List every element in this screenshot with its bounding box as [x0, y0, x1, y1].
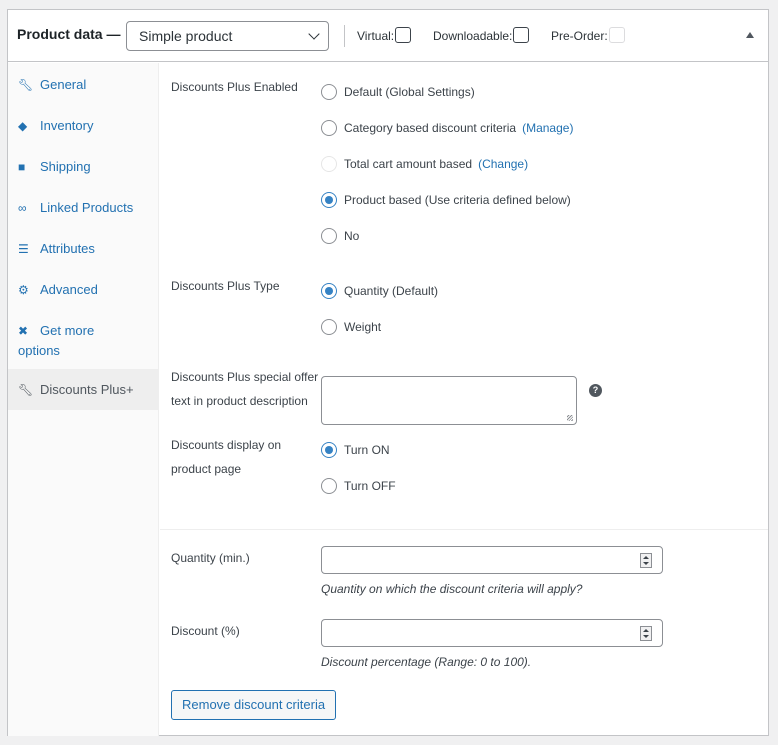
collapse-arrow-icon[interactable] [746, 32, 754, 38]
tab-general[interactable]: 🔧︎ General [8, 75, 158, 95]
radio-circle-selected [321, 441, 337, 458]
radio-label: Quantity (Default) [344, 284, 439, 298]
wrench-icon: 🔧︎ [18, 383, 34, 397]
tab-shipping[interactable]: ■ Shipping [8, 157, 158, 177]
radio-label: Total cart amount based [344, 157, 473, 171]
list-icon: ☰ [18, 242, 29, 256]
radio-circle [321, 227, 337, 244]
tag-icon: ◆ [18, 119, 28, 133]
discounts-plus-panel: Discounts Plus Enabled Default (Global S… [160, 63, 768, 735]
radio-turn-on[interactable]: Turn ON [321, 441, 390, 459]
radio-circle [321, 155, 337, 172]
wrench-icon: 🔧︎ [18, 78, 34, 92]
quantity-input[interactable] [321, 546, 663, 574]
change-link[interactable]: (Change) [478, 157, 528, 171]
virtual-checkbox[interactable] [395, 26, 412, 43]
radio-label: Product based (Use criteria defined belo… [344, 193, 571, 207]
quantity-description: Quantity on which the discount criteria … [321, 582, 583, 596]
radio-no[interactable]: No [321, 227, 360, 245]
virtual-option: Virtual: [357, 26, 412, 43]
tab-linked-products[interactable]: ∞ Linked Products [8, 198, 158, 218]
tab-advanced[interactable]: ⚙ Advanced [8, 280, 158, 300]
radio-circle [321, 318, 337, 335]
radio-label: Turn OFF [344, 479, 396, 493]
radio-circle [321, 83, 337, 100]
discounts-type-label: Discounts Plus Type [171, 279, 280, 293]
radio-quantity[interactable]: Quantity (Default) [321, 282, 439, 300]
discount-label: Discount (%) [171, 624, 240, 638]
tab-discounts-plus[interactable]: 🔧︎ Discounts Plus+ [8, 369, 158, 410]
truck-icon: ■ [18, 160, 26, 174]
resize-handle-icon[interactable] [567, 415, 573, 421]
virtual-label: Virtual: [357, 29, 395, 43]
product-data-header: Product data — Simple product Virtual: D… [8, 10, 768, 62]
radio-circle [321, 119, 337, 136]
tab-label: Advanced [40, 282, 98, 297]
radio-label: No [344, 229, 360, 243]
quantity-label: Quantity (min.) [171, 551, 250, 565]
product-data-tabs: 🔧︎ General ◆ Inventory ■ Shipping ∞ Linked P… [8, 63, 159, 736]
tab-inventory[interactable]: ◆ Inventory [8, 116, 158, 136]
product-type-value: Simple product [139, 28, 233, 44]
radio-weight[interactable]: Weight [321, 318, 382, 336]
tab-label: Get more [40, 323, 95, 338]
special-offer-label-line1: Discounts Plus special offer [171, 370, 319, 384]
tab-label: Discounts Plus+ [40, 382, 134, 397]
manage-link[interactable]: (Manage) [522, 121, 573, 135]
preorder-option: Pre-Order: [551, 26, 625, 43]
tab-label: General [40, 77, 87, 92]
discount-input[interactable] [321, 619, 663, 647]
discounts-enabled-label: Discounts Plus Enabled [171, 80, 298, 94]
help-icon[interactable]: ? [589, 384, 602, 397]
discount-description: Discount percentage (Range: 0 to 100). [321, 655, 532, 669]
radio-circle-selected [321, 282, 337, 299]
product-data-panel: Product data — Simple product Virtual: D… [7, 9, 769, 736]
radio-label: Default (Global Settings) [344, 85, 475, 99]
downloadable-checkbox[interactable] [513, 26, 530, 43]
preorder-checkbox[interactable] [608, 26, 625, 43]
tab-label: Linked Products [40, 200, 134, 215]
tab-attributes[interactable]: ☰ Attributes [8, 239, 158, 259]
downloadable-option: Downloadable: [433, 26, 530, 43]
radio-circle-selected [321, 191, 337, 208]
tab-get-more-options[interactable]: ✖ Get more options [8, 321, 158, 361]
remove-discount-criteria-button[interactable]: Remove discount criteria [171, 690, 337, 720]
radio-total-cart-amount[interactable]: Total cart amount based (Change) [321, 155, 528, 173]
section-divider [160, 529, 768, 530]
special-offer-label-line2: text in product description [171, 394, 308, 408]
special-offer-textarea[interactable] [321, 376, 577, 425]
radio-label: Weight [344, 320, 382, 334]
product-type-select[interactable]: Simple product [126, 21, 329, 51]
downloadable-label: Downloadable: [433, 29, 513, 43]
radio-product-based[interactable]: Product based (Use criteria defined belo… [321, 191, 571, 209]
tab-label: Shipping [40, 159, 91, 174]
chevron-down-icon [308, 28, 320, 40]
tab-label: Inventory [40, 118, 94, 133]
radio-label: Category based discount criteria [344, 121, 517, 135]
number-spinner-icon[interactable] [640, 553, 652, 568]
preorder-label: Pre-Order: [551, 29, 608, 43]
header-divider [344, 25, 345, 47]
display-label-line1: Discounts display on [171, 438, 282, 452]
radio-circle [321, 477, 337, 494]
radio-turn-off[interactable]: Turn OFF [321, 477, 396, 495]
gear-icon: ⚙ [18, 283, 29, 297]
tab-label-line2: options [18, 343, 60, 358]
radio-category-based[interactable]: Category based discount criteria (Manage) [321, 119, 573, 137]
link-icon: ∞ [18, 201, 27, 215]
tab-label: Attributes [40, 241, 95, 256]
plugin-icon: ✖ [18, 324, 29, 338]
display-label-line2: product page [171, 462, 242, 476]
number-spinner-icon[interactable] [640, 626, 652, 641]
radio-default-global[interactable]: Default (Global Settings) [321, 83, 475, 101]
radio-label: Turn ON [344, 443, 390, 457]
product-data-title: Product data — [17, 26, 121, 42]
